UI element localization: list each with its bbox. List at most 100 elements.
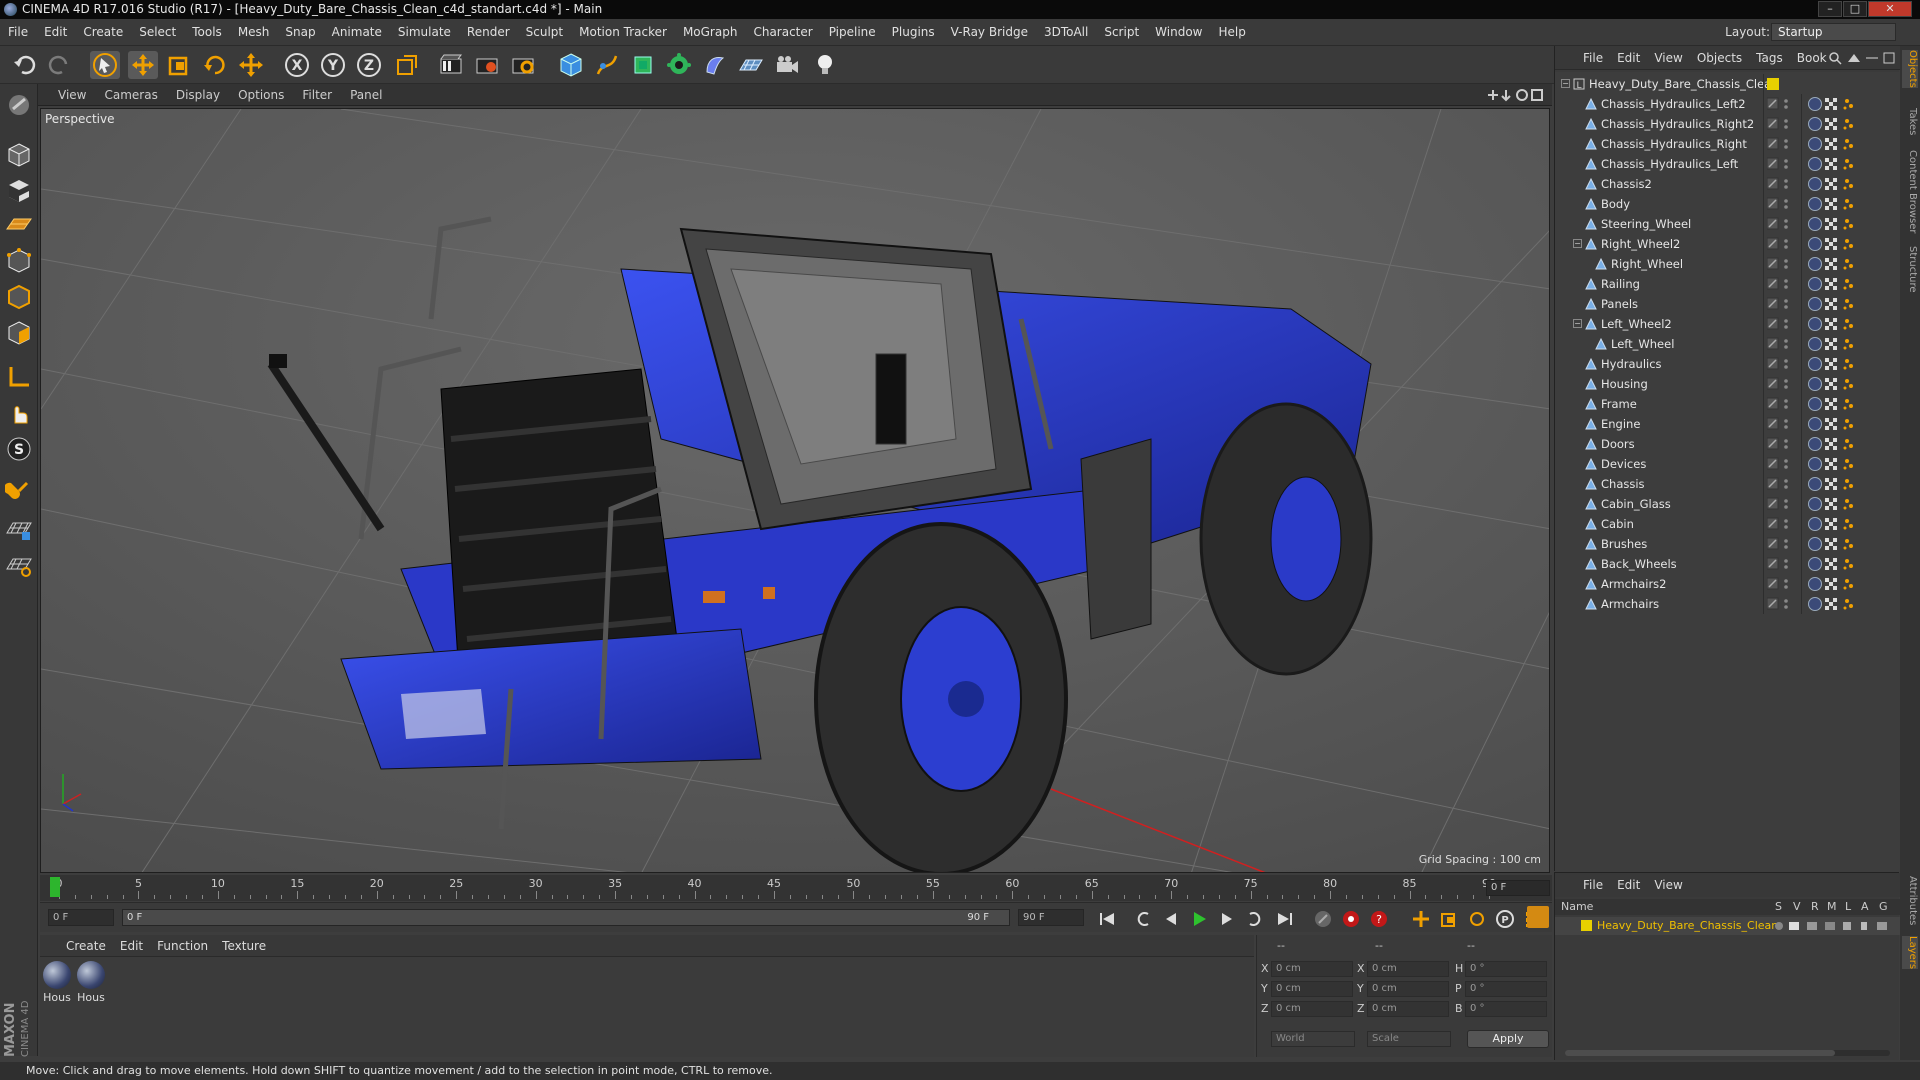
menu-motion-tracker[interactable]: Motion Tracker [571,25,675,39]
material-item[interactable]: Hous [42,961,72,1004]
tab-content-browser[interactable]: Content Browser [1902,150,1918,233]
vp-menu-filter[interactable]: Filter [302,88,332,102]
maximize-button[interactable]: □ [1843,1,1867,17]
minimize-button[interactable]: – [1818,1,1842,17]
tab-structure[interactable]: Structure [1902,246,1918,293]
layers-menu-view[interactable]: View [1654,878,1682,892]
obj-menu-objects[interactable]: Objects [1697,51,1742,65]
axis-z-icon[interactable]: Z [354,51,384,79]
key-move-icon[interactable] [1410,908,1432,930]
menu-mesh[interactable]: Mesh [230,25,278,39]
tree-row[interactable]: Chassis [1555,474,1900,494]
material-tags-icons[interactable] [1807,336,1877,352]
tweak-mode-icon[interactable] [4,398,34,428]
cube-icon[interactable] [556,51,586,79]
nurbs-icon[interactable] [628,51,658,79]
tab-objects[interactable]: Objects [1902,50,1918,88]
record-icon[interactable] [1340,908,1362,930]
prev-key-icon[interactable] [1132,908,1154,930]
vp-menu-panel[interactable]: Panel [350,88,382,102]
material-tags-icons[interactable] [1807,516,1877,532]
layers-menu-file[interactable]: File [1583,878,1603,892]
visibility-toggle-icons[interactable] [1767,597,1793,611]
tree-row[interactable]: Cabin_Glass [1555,494,1900,514]
go-to-start-icon[interactable] [1096,908,1118,930]
start-frame-field[interactable]: 0 F [48,909,114,926]
visibility-toggle-icons[interactable] [1767,537,1793,551]
select-arrow-icon[interactable] [90,51,120,79]
edges-mode-icon[interactable] [4,282,34,312]
visibility-toggle-icons[interactable] [1767,477,1793,491]
size-x-field[interactable]: 0 cm [1367,961,1449,977]
mat-menu-function[interactable]: Function [157,939,208,953]
visibility-toggle-icons[interactable] [1767,237,1793,251]
menu-mograph[interactable]: MoGraph [675,25,746,39]
collapse-toggle-icon[interactable]: − [1573,319,1582,328]
visibility-toggle-icons[interactable] [1767,417,1793,431]
visibility-toggle-icons[interactable] [1767,97,1793,111]
material-tags-icons[interactable] [1807,156,1877,172]
tab-attributes[interactable]: Attributes [1902,876,1918,925]
array-icon[interactable] [664,51,694,79]
material-tags-icons[interactable] [1807,416,1877,432]
menu-render[interactable]: Render [459,25,518,39]
material-item[interactable]: Hous [76,961,106,1004]
menu-create[interactable]: Create [75,25,131,39]
tree-row[interactable]: Brushes [1555,534,1900,554]
menu-script[interactable]: Script [1096,25,1147,39]
next-frame-icon[interactable] [1216,908,1238,930]
mat-menu-edit[interactable]: Edit [120,939,143,953]
menu-help[interactable]: Help [1210,25,1253,39]
apply-button[interactable]: Apply [1467,1030,1549,1048]
visibility-toggle-icons[interactable] [1767,297,1793,311]
rotate-icon[interactable] [200,51,230,79]
material-tags-icons[interactable] [1807,176,1877,192]
layer-color-swatch[interactable] [1581,920,1592,931]
key-rotate-icon[interactable] [1466,908,1488,930]
model-mode-icon[interactable] [4,140,34,170]
collapse-toggle-icon[interactable]: − [1573,239,1582,248]
tree-row[interactable]: − Right_Wheel2 [1555,234,1900,254]
tree-row[interactable]: Hydraulics [1555,354,1900,374]
obj-menu-file[interactable]: File [1583,51,1603,65]
size-y-field[interactable]: 0 cm [1367,981,1449,997]
material-tags-icons[interactable] [1807,556,1877,572]
autokey-icon[interactable]: ? [1368,908,1390,930]
snap-icon[interactable]: S [4,434,34,464]
pen-icon[interactable] [592,51,622,79]
menu-edit[interactable]: Edit [36,25,75,39]
visibility-toggle-icons[interactable] [1767,397,1793,411]
play-icon[interactable] [1188,908,1210,930]
layer-color-swatch[interactable] [1767,78,1779,90]
axis-mode-icon[interactable] [4,362,34,392]
material-tags-icons[interactable] [1807,376,1877,392]
workplane-icon[interactable] [4,210,34,240]
tree-row[interactable]: Doors [1555,434,1900,454]
deformer-icon[interactable] [700,51,730,79]
end-frame-field[interactable]: 90 F [1018,909,1084,926]
visibility-toggle-icons[interactable] [1767,217,1793,231]
magnet-icon[interactable] [4,476,34,506]
obj-menu-book[interactable]: Book [1797,51,1827,65]
tree-row[interactable]: Right_Wheel [1555,254,1900,274]
tree-row[interactable]: Left_Wheel [1555,334,1900,354]
vp-menu-display[interactable]: Display [176,88,220,102]
layer-row[interactable]: Heavy_Duty_Bare_Chassis_Clean [1555,917,1900,935]
timeline-ruler[interactable]: 051015202530354045505560657075808590 [54,875,1496,901]
grid-animate-icon[interactable] [4,550,34,580]
render-active-icon[interactable] [472,51,502,79]
tree-row[interactable]: Steering_Wheel [1555,214,1900,234]
tree-row[interactable]: Chassis_Hydraulics_Left [1555,154,1900,174]
tree-row[interactable]: Chassis_Hydraulics_Right2 [1555,114,1900,134]
points-mode-icon[interactable] [4,246,34,276]
menu-simulate[interactable]: Simulate [390,25,459,39]
material-tags-icons[interactable] [1807,276,1877,292]
undo-icon[interactable] [10,51,40,79]
obj-menu-view[interactable]: View [1654,51,1682,65]
tree-row[interactable]: Back_Wheels [1555,554,1900,574]
tree-row[interactable]: Chassis_Hydraulics_Left2 [1555,94,1900,114]
size-z-field[interactable]: 0 cm [1367,1001,1449,1017]
menu-plugins[interactable]: Plugins [884,25,943,39]
tab-takes[interactable]: Takes [1902,108,1918,135]
tree-row[interactable]: Cabin [1555,514,1900,534]
